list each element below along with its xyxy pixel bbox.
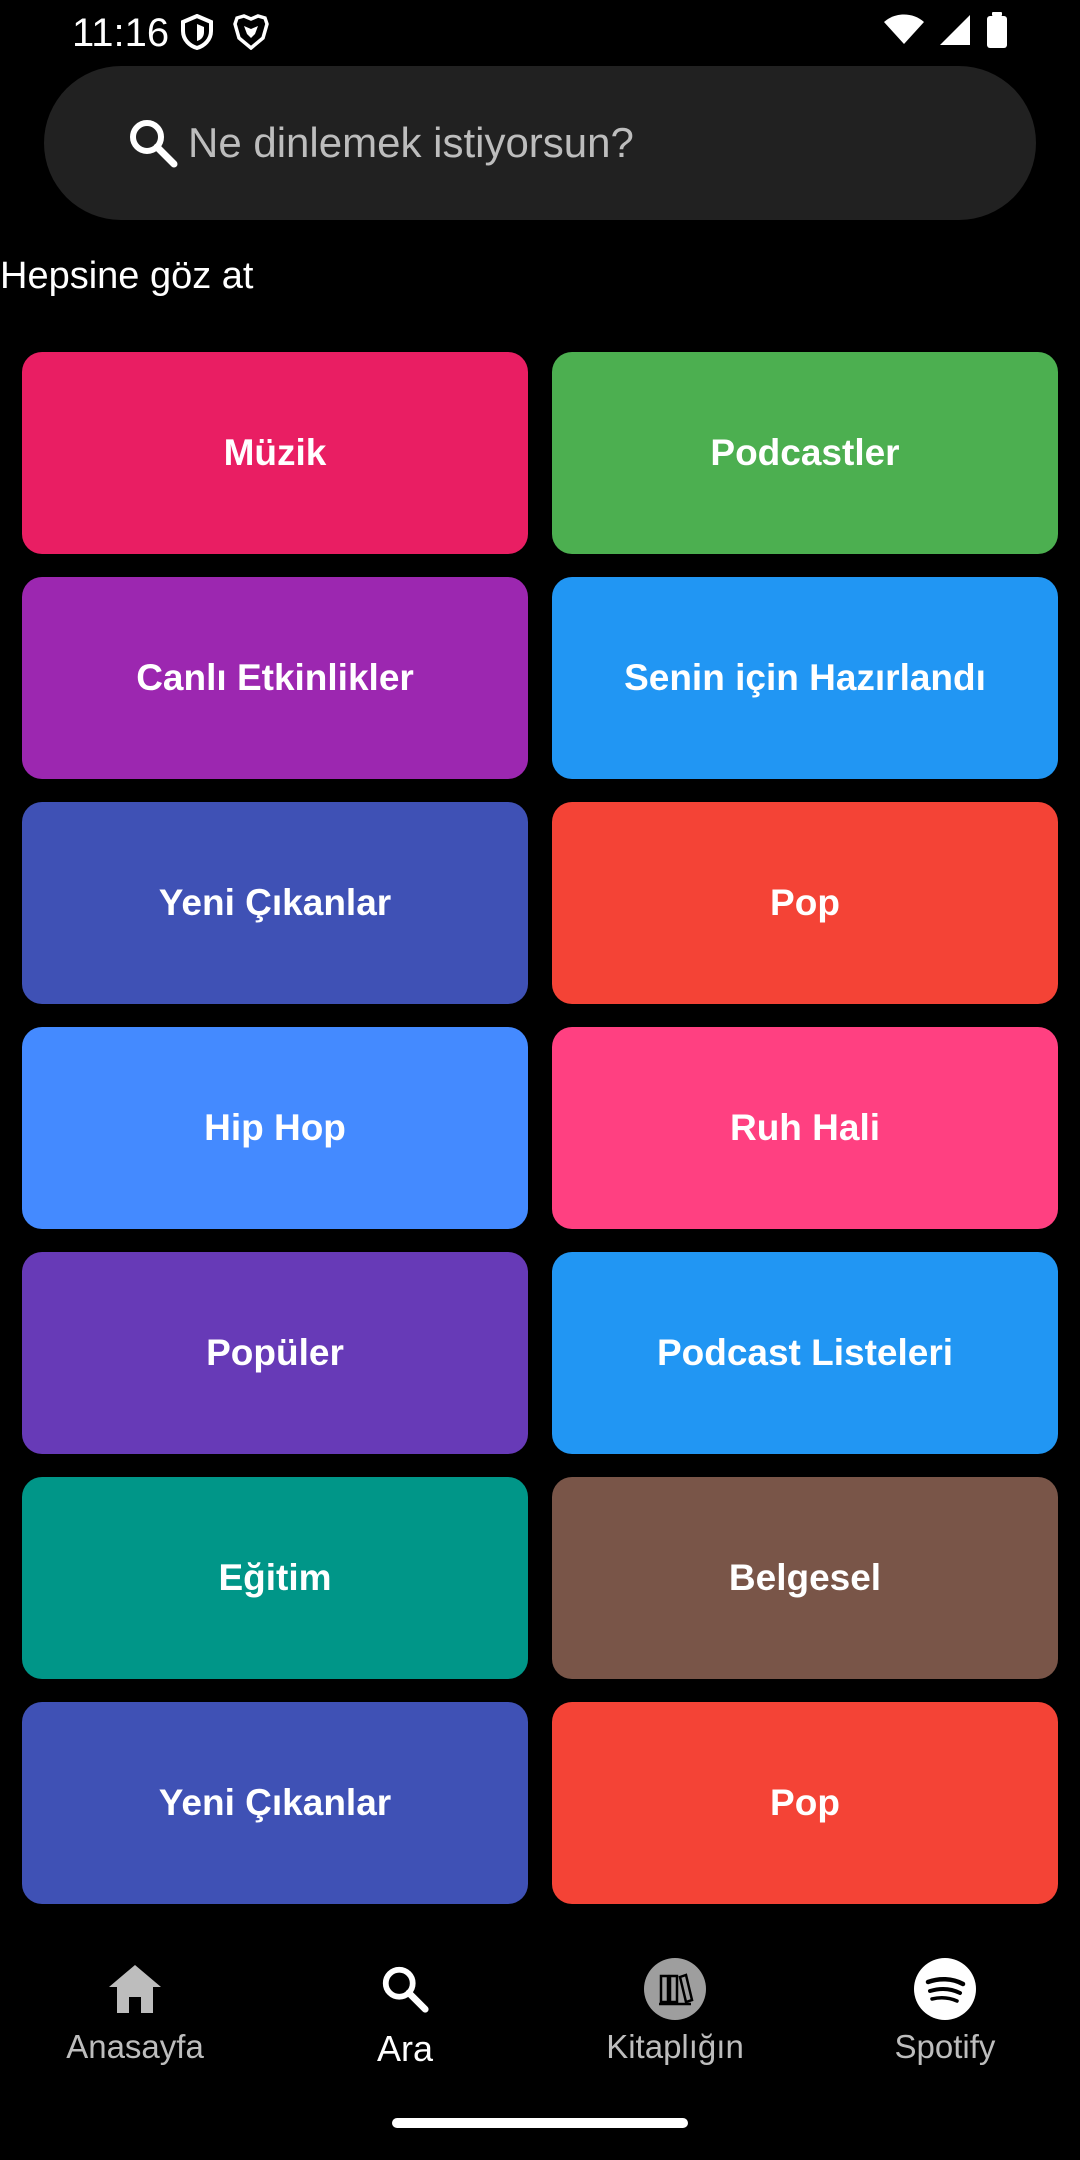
nav-item-library[interactable]: Kitaplığın	[540, 1938, 810, 2088]
home-indicator[interactable]	[392, 2118, 688, 2128]
category-tile-belgesel[interactable]: Belgesel	[552, 1477, 1058, 1679]
category-tile-senin-icin-hazirlandi[interactable]: Senin için Hazırlandı	[552, 577, 1058, 779]
status-time: 11:16	[72, 11, 170, 55]
search-icon	[126, 116, 180, 170]
bottom-nav: Anasayfa Ara Kitaplığın Spotify	[0, 1938, 1080, 2088]
nav-item-home[interactable]: Anasayfa	[0, 1938, 270, 2088]
vpn-shield-icon	[180, 13, 214, 55]
search-bar[interactable]	[44, 66, 1036, 220]
nav-item-search[interactable]: Ara	[270, 1938, 540, 2088]
category-label: Yeni Çıkanlar	[158, 882, 392, 923]
category-label: Podcastler	[710, 432, 900, 473]
battery-icon	[986, 12, 1008, 53]
section-title: Hepsine göz at	[0, 255, 254, 297]
home-icon	[104, 1958, 166, 2020]
category-tile-yeni-cikanlar[interactable]: Yeni Çıkanlar	[22, 802, 528, 1004]
category-tile-populer[interactable]: Popüler	[22, 1252, 528, 1454]
category-label: Müzik	[223, 432, 327, 473]
nav-label: Anasayfa	[66, 2028, 204, 2065]
category-label: Yeni Çıkanlar	[158, 1782, 392, 1823]
status-right-icons	[884, 12, 1008, 53]
category-label: Eğitim	[218, 1557, 332, 1598]
category-grid: Müzik Podcastler Canlı Etkinlikler Senin…	[22, 352, 1058, 1904]
category-label: Ruh Hali	[729, 1107, 881, 1148]
category-label: Hip Hop	[204, 1107, 346, 1148]
category-tile-podcast-listeleri[interactable]: Podcast Listeleri	[552, 1252, 1058, 1454]
category-label: Pop	[770, 1782, 840, 1823]
status-bar: 11:16	[0, 0, 1080, 66]
category-tile-hip-hop[interactable]: Hip Hop	[22, 1027, 528, 1229]
nav-label: Kitaplığın	[606, 2028, 744, 2065]
category-tile-pop-2[interactable]: Pop	[552, 1702, 1058, 1904]
spotify-icon	[914, 1958, 976, 2020]
library-icon	[644, 1958, 706, 2020]
category-label: Pop	[770, 882, 840, 923]
search-icon	[374, 1958, 436, 2020]
nav-label: Ara	[376, 2028, 434, 2069]
category-tile-ruh-hali[interactable]: Ruh Hali	[552, 1027, 1058, 1229]
nav-label: Spotify	[894, 2028, 996, 2065]
category-label: Podcast Listeleri	[656, 1332, 954, 1373]
nav-item-spotify[interactable]: Spotify	[810, 1938, 1080, 2088]
category-tile-yeni-cikanlar-2[interactable]: Yeni Çıkanlar	[22, 1702, 528, 1904]
wifi-icon	[884, 14, 924, 51]
search-input[interactable]	[188, 103, 988, 183]
category-tile-pop[interactable]: Pop	[552, 802, 1058, 1004]
category-label: Canlı Etkinlikler	[136, 657, 414, 698]
category-label: Senin için Hazırlandı	[624, 657, 986, 698]
category-tile-muzik[interactable]: Müzik	[22, 352, 528, 554]
category-tile-podcastler[interactable]: Podcastler	[552, 352, 1058, 554]
category-label: Belgesel	[728, 1557, 882, 1598]
category-label: Popüler	[206, 1332, 344, 1373]
category-tile-egitim[interactable]: Eğitim	[22, 1477, 528, 1679]
category-tile-canli-etkinlikler[interactable]: Canlı Etkinlikler	[22, 577, 528, 779]
brave-icon	[232, 14, 270, 55]
status-left-icons	[180, 13, 270, 55]
cellular-icon	[938, 13, 972, 52]
